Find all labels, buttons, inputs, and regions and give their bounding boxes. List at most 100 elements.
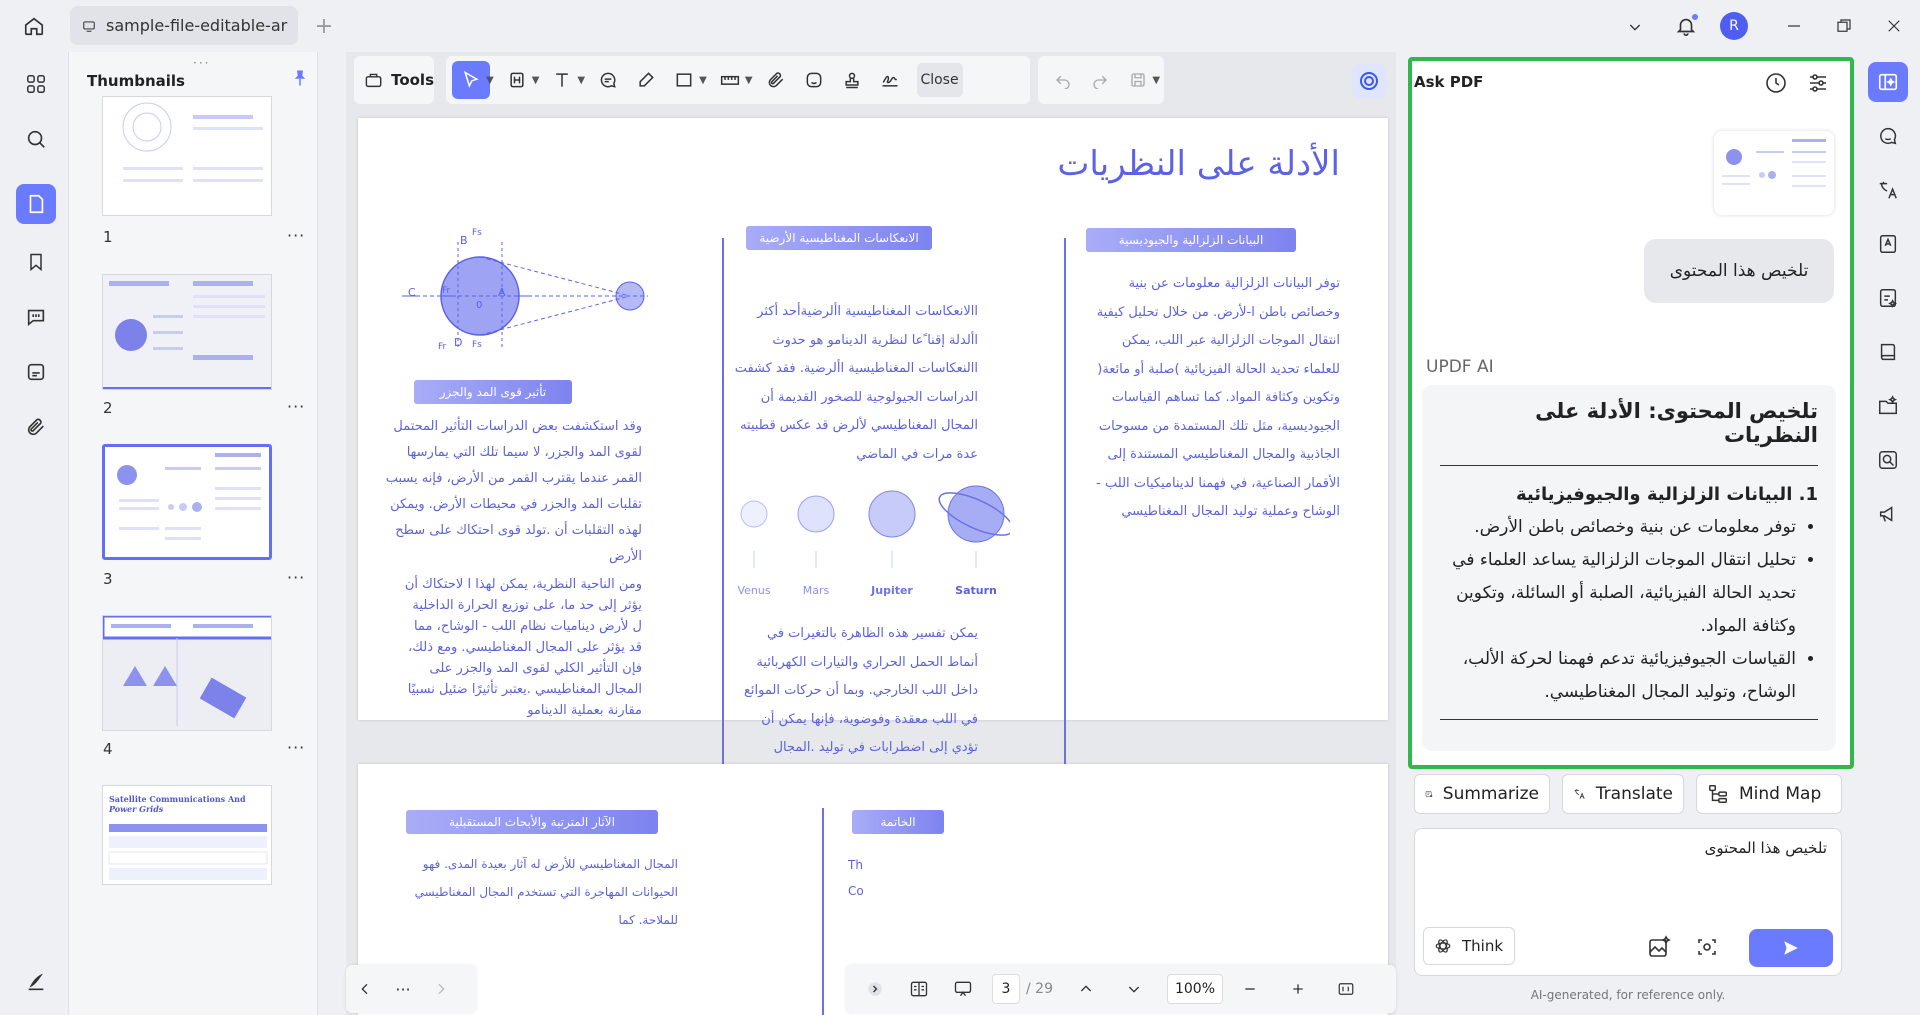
highlight-dropdown-icon[interactable]: ▼ xyxy=(532,75,540,86)
book-icon[interactable] xyxy=(1868,332,1908,372)
close-toolbar-button[interactable]: Close xyxy=(916,63,963,97)
highlight-icon[interactable] xyxy=(498,61,536,99)
tools-button[interactable]: Tools xyxy=(354,56,434,104)
chat-input-text[interactable]: تلخيص هذا المحتوى xyxy=(1705,839,1827,857)
next-page-icon[interactable] xyxy=(1115,970,1153,1008)
page-layout-icon[interactable] xyxy=(900,970,938,1008)
pin-icon[interactable] xyxy=(291,68,309,92)
planet-label-mars: Mars xyxy=(802,584,830,597)
search-document-icon[interactable] xyxy=(1868,440,1908,480)
chevron-left-icon[interactable] xyxy=(346,970,384,1008)
close-window-icon[interactable] xyxy=(1882,14,1906,38)
thumbnail-page-5[interactable]: Satellite Communications And Power Grids xyxy=(102,785,272,885)
form-icon[interactable] xyxy=(16,352,56,392)
think-button[interactable]: Think xyxy=(1423,927,1515,965)
attachment-icon[interactable] xyxy=(16,407,56,447)
bell-icon[interactable] xyxy=(1672,12,1700,40)
shape-dropdown-icon[interactable]: ▼ xyxy=(699,75,707,86)
tools-label: Tools xyxy=(391,71,434,89)
thumbnail-page-2[interactable] xyxy=(102,274,272,390)
ask-pdf-icon[interactable] xyxy=(1868,62,1908,102)
comment-icon[interactable] xyxy=(16,297,56,337)
search-icon[interactable] xyxy=(16,119,56,159)
chat-bot-icon[interactable] xyxy=(1868,116,1908,156)
text-dropdown-icon[interactable]: ▼ xyxy=(577,75,585,86)
attached-page-thumbnail[interactable] xyxy=(1714,131,1834,215)
comment-bubble-icon[interactable] xyxy=(589,61,627,99)
redo-icon[interactable] xyxy=(1081,61,1118,99)
image-generate-icon[interactable] xyxy=(1647,935,1671,963)
thumbnail-more-button[interactable]: ··· xyxy=(287,226,305,245)
measure-icon[interactable] xyxy=(711,61,749,99)
actual-size-icon[interactable] xyxy=(1327,970,1365,1008)
avatar[interactable]: R xyxy=(1720,12,1748,40)
signature-icon[interactable] xyxy=(16,962,56,1002)
document-area: Tools ▼ ▼ ▼ ▼ ▼ Close ▼ الأدلة على النظر… xyxy=(346,52,1396,1015)
ai-assistant-icon[interactable] xyxy=(1352,64,1386,98)
collapse-chevron-icon[interactable] xyxy=(856,970,894,1008)
thumbnail-page-1[interactable] xyxy=(102,96,272,216)
document-tab[interactable]: sample-file-editable-ar xyxy=(70,6,298,45)
chat-input-box[interactable]: تلخيص هذا المحتوى Think xyxy=(1414,828,1842,976)
zoom-out-icon[interactable] xyxy=(1231,970,1269,1008)
history-icon[interactable] xyxy=(1764,71,1788,99)
section-header-future: الآثار المترتبة والأبحاث المستقبلية xyxy=(406,810,658,834)
sticker-icon[interactable] xyxy=(795,61,833,99)
home-icon[interactable] xyxy=(20,12,48,40)
ocr-icon[interactable] xyxy=(1868,224,1908,264)
apps-grid-icon[interactable] xyxy=(16,64,56,104)
thumbnails-icon[interactable] xyxy=(16,184,56,224)
section-text-tidal-2: ومن الناحية النظرية، يمكن لهذا ا لاحتكاك… xyxy=(404,577,642,718)
thumbnail-more-button[interactable]: ··· xyxy=(287,397,305,416)
column-divider xyxy=(1064,238,1066,790)
thumbnail-page-3[interactable] xyxy=(102,444,272,560)
undo-icon[interactable] xyxy=(1044,61,1081,99)
select-cursor-icon[interactable] xyxy=(452,61,490,99)
thumbnail-more-button[interactable]: ··· xyxy=(287,568,305,587)
section-header-magnetic: الانعكاسات المغناطيسية الأرضية xyxy=(746,226,932,250)
paperclip-icon[interactable] xyxy=(757,61,795,99)
restore-icon[interactable] xyxy=(1832,14,1856,38)
chevron-right-icon[interactable] xyxy=(422,970,460,1008)
ai-edit-icon[interactable] xyxy=(1868,278,1908,318)
save-icon[interactable] xyxy=(1119,61,1156,99)
chevron-down-icon[interactable] xyxy=(1622,14,1648,40)
minimize-icon[interactable] xyxy=(1782,14,1806,38)
think-label: Think xyxy=(1462,937,1504,955)
stamp-icon[interactable] xyxy=(833,61,871,99)
presentation-icon[interactable] xyxy=(944,970,982,1008)
screenshot-icon[interactable] xyxy=(1695,935,1719,963)
megaphone-icon[interactable] xyxy=(1868,494,1908,534)
diagram-label-fs-2: Fs xyxy=(472,340,482,350)
zoom-in-icon[interactable] xyxy=(1279,970,1317,1008)
more-icon[interactable]: ··· xyxy=(384,970,422,1008)
bookmark-icon[interactable] xyxy=(16,242,56,282)
diagram-label-d: D xyxy=(454,336,463,349)
measure-dropdown-icon[interactable]: ▼ xyxy=(745,75,753,86)
text-icon[interactable] xyxy=(543,61,581,99)
thumbnails-panel: ··· Thumbnails 1 ··· 2 ··· 3 ··· 4 ··· S… xyxy=(68,52,318,1015)
translate-rail-icon[interactable] xyxy=(1868,170,1908,210)
new-tab-icon[interactable]: + xyxy=(312,14,336,39)
translate-button[interactable]: Translate xyxy=(1562,774,1684,814)
document-tab-icon xyxy=(83,20,95,32)
thumbnail-more-button[interactable]: ··· xyxy=(287,738,305,757)
thumbnail-page-4[interactable] xyxy=(102,615,272,731)
folder-ai-icon[interactable] xyxy=(1868,386,1908,426)
pen-icon[interactable] xyxy=(627,61,665,99)
mind-map-button[interactable]: Mind Map xyxy=(1696,774,1842,814)
select-dropdown-icon[interactable]: ▼ xyxy=(486,75,494,86)
rectangle-icon[interactable] xyxy=(665,61,703,99)
settings-sliders-icon[interactable] xyxy=(1806,71,1830,99)
signature-pen-icon[interactable] xyxy=(871,61,909,99)
page-number-input[interactable]: 3 xyxy=(992,974,1020,1004)
zoom-level-field[interactable]: 100% xyxy=(1166,974,1223,1004)
annotation-toolbar: ▼ ▼ ▼ ▼ ▼ Close xyxy=(446,56,1030,104)
save-dropdown-icon[interactable]: ▼ xyxy=(1152,75,1160,86)
send-button[interactable] xyxy=(1749,929,1833,967)
panel-drag-handle[interactable]: ··· xyxy=(193,56,210,70)
prev-page-icon[interactable] xyxy=(1067,970,1105,1008)
summarize-button[interactable]: Summarize xyxy=(1414,774,1550,814)
mind-map-label: Mind Map xyxy=(1739,784,1822,804)
section-header-tidal: تأثير قوى المد والجزر xyxy=(414,380,572,404)
